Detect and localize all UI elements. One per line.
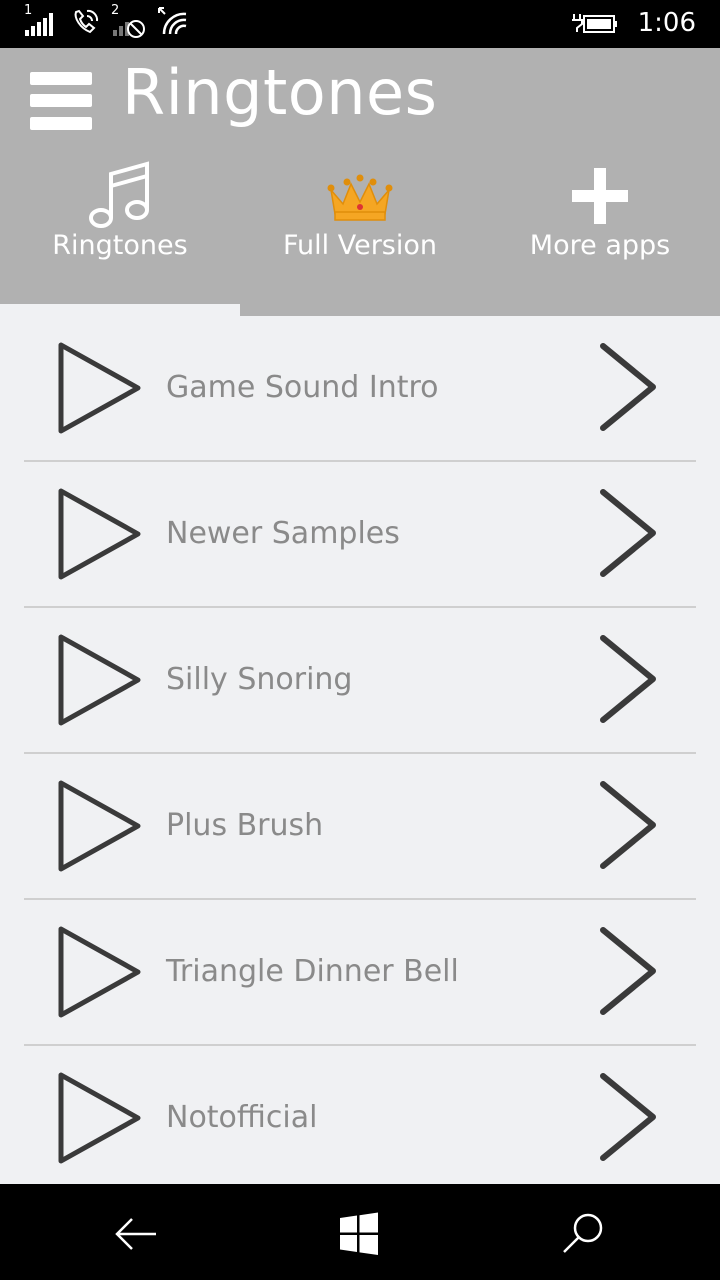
sim2-no-signal-icon bbox=[113, 20, 145, 38]
list-item-title: Notofficial bbox=[166, 1100, 318, 1135]
tab-full-version[interactable]: Full Version bbox=[240, 156, 480, 316]
chevron-right-icon[interactable] bbox=[598, 780, 660, 870]
plus-icon bbox=[572, 168, 628, 224]
tab-more-apps-label: More apps bbox=[529, 230, 671, 261]
list-item[interactable]: Silly Snoring bbox=[0, 608, 720, 754]
search-icon[interactable] bbox=[556, 1206, 612, 1262]
signal-strength-icon bbox=[25, 13, 53, 36]
crown-icon bbox=[327, 174, 393, 221]
play-icon[interactable] bbox=[56, 486, 144, 582]
tab-more-apps[interactable]: More apps bbox=[480, 156, 720, 316]
list-item-title: Plus Brush bbox=[166, 808, 324, 843]
page-title: Ringtones bbox=[122, 56, 438, 129]
hamburger-menu-icon[interactable] bbox=[30, 72, 92, 132]
play-icon[interactable] bbox=[56, 924, 144, 1020]
list-item[interactable]: Plus Brush bbox=[0, 754, 720, 900]
back-arrow-icon[interactable] bbox=[108, 1206, 164, 1262]
music-note-icon bbox=[89, 161, 149, 228]
app-header: Ringtones Ringtones Full Version More ap… bbox=[0, 48, 720, 316]
list-item-title: Silly Snoring bbox=[166, 662, 353, 697]
status-bar: 1 2 1:06 bbox=[0, 0, 720, 48]
list-item-title: Triangle Dinner Bell bbox=[166, 954, 459, 989]
system-nav-bar bbox=[0, 1184, 720, 1280]
list-item[interactable]: Triangle Dinner Bell bbox=[0, 900, 720, 1046]
wifi-calling-icon bbox=[74, 9, 99, 34]
tab-ringtones[interactable]: Ringtones bbox=[0, 156, 240, 316]
clock: 1:06 bbox=[637, 8, 696, 38]
list-item[interactable]: Newer Samples bbox=[0, 462, 720, 608]
play-icon[interactable] bbox=[56, 340, 144, 436]
wifi-icon bbox=[158, 7, 187, 35]
tab-full-version-label: Full Version bbox=[282, 230, 438, 261]
selected-tab-indicator bbox=[0, 304, 240, 316]
ringtone-list: Game Sound Intro Newer Samples Silly Sno… bbox=[0, 316, 720, 1184]
windows-logo-icon[interactable] bbox=[332, 1206, 388, 1262]
list-item-title: Game Sound Intro bbox=[166, 370, 439, 405]
play-icon[interactable] bbox=[56, 1070, 144, 1166]
chevron-right-icon[interactable] bbox=[598, 342, 660, 432]
chevron-right-icon[interactable] bbox=[598, 1072, 660, 1162]
tab-ringtones-label: Ringtones bbox=[52, 230, 188, 261]
list-item[interactable]: Game Sound Intro bbox=[0, 316, 720, 462]
chevron-right-icon[interactable] bbox=[598, 488, 660, 578]
play-icon[interactable] bbox=[56, 778, 144, 874]
chevron-right-icon[interactable] bbox=[598, 926, 660, 1016]
chevron-right-icon[interactable] bbox=[598, 634, 660, 724]
list-item[interactable]: Notofficial bbox=[0, 1046, 720, 1184]
play-icon[interactable] bbox=[56, 632, 144, 728]
list-item-title: Newer Samples bbox=[166, 516, 400, 551]
battery-charging-icon bbox=[572, 14, 617, 33]
